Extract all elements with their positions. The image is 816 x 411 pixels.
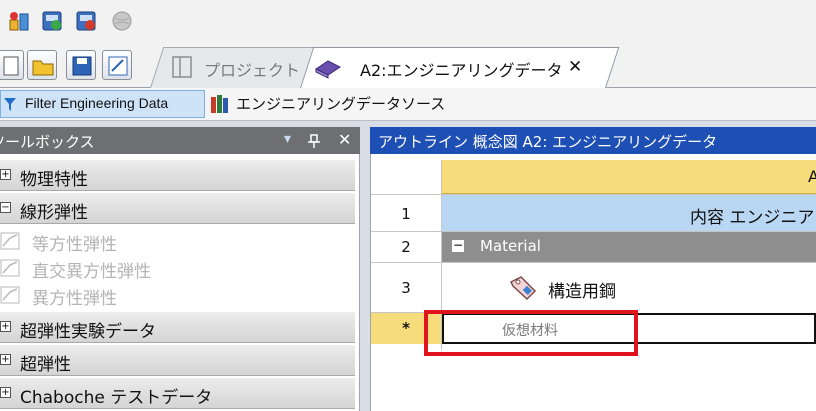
column-header-a[interactable]: A	[442, 160, 816, 194]
outline-row-header[interactable]: 内容 エンジニアリ	[442, 195, 816, 231]
outline-row-material[interactable]: 構造用鋼	[442, 263, 816, 313]
toolbox-item-label: 等方性弾性	[32, 235, 117, 255]
save-disk-icon	[72, 56, 92, 76]
tab-close-icon[interactable]: ✕	[568, 57, 582, 77]
toolbox-title: ツールボックス	[0, 133, 95, 151]
material-name: 構造用鋼	[548, 282, 616, 302]
elasticity-chart-icon	[0, 286, 20, 304]
globe-icon[interactable]	[111, 10, 133, 32]
group-label: Material	[480, 237, 541, 255]
toolbox-category-hyperelastic[interactable]: + 超弾性	[0, 345, 355, 376]
highlight-box	[424, 310, 638, 356]
row-number: 1	[401, 205, 411, 223]
toolbox-item-isotropic-elasticity[interactable]: 等方性弾性	[0, 228, 355, 255]
save-as-icon	[108, 56, 128, 76]
refresh-project-icon[interactable]	[41, 10, 63, 32]
toolbox-category-label: 物理特性	[20, 170, 88, 190]
filter-engineering-data-button[interactable]: Filter Engineering Data	[0, 90, 205, 118]
tab-engineering-data-label: A2:エンジニアリングデータ	[360, 61, 563, 80]
toolbox-item-label: 直交異方性弾性	[32, 262, 151, 282]
toolbox-category-label: Chaboche テストデータ	[20, 388, 213, 408]
contents-header-cell: 内容 エンジニアリ	[690, 208, 816, 228]
filter-engineering-data-label: Filter Engineering Data	[25, 95, 169, 111]
toolbox-category-linear-elastic[interactable]: − 線形弾性	[0, 193, 355, 224]
toolbox-header: ツールボックス ▾ ✕	[0, 127, 360, 154]
toolbox-category-hyperelastic-test-data[interactable]: + 超弾性実験データ	[0, 312, 355, 343]
outline-header: アウトライン 概念図 A2: エンジニアリングデータ	[370, 127, 816, 154]
project-icon	[172, 56, 192, 78]
tab-project[interactable]: プロジェクト	[150, 47, 329, 88]
dropdown-icon[interactable]: ▾	[284, 131, 291, 147]
toolbox-item-orthotropic-elasticity[interactable]: 直交異方性弾性	[0, 255, 355, 282]
material-tag-icon	[509, 276, 537, 301]
expand-icon[interactable]: +	[0, 387, 11, 398]
toolbox-close-icon[interactable]: ✕	[338, 130, 351, 149]
data-sources-books-icon	[211, 95, 228, 113]
expand-icon[interactable]: +	[0, 354, 11, 365]
toolbox-item-label: 異方性弾性	[32, 289, 117, 309]
engineering-data-sources-button[interactable]: エンジニアリングデータソース	[208, 90, 448, 118]
project-schematic-icon[interactable]	[8, 10, 30, 32]
toolbox-category-physical-properties[interactable]: + 物理特性	[0, 160, 355, 191]
elasticity-chart-icon	[0, 259, 20, 277]
new-file-icon	[3, 56, 19, 76]
tab-engineering-data[interactable]: A2:エンジニアリングデータ ✕	[300, 47, 620, 88]
outline-group-material[interactable]: − Material	[442, 232, 816, 262]
pin-icon[interactable]	[308, 134, 320, 148]
filter-funnel-icon	[4, 98, 16, 111]
open-button[interactable]	[27, 50, 57, 80]
open-folder-icon	[32, 60, 54, 76]
tab-project-label: プロジェクト	[204, 61, 301, 80]
column-letter: A	[808, 167, 816, 186]
engineering-data-sources-label: エンジニアリングデータソース	[236, 95, 446, 113]
outline-title: アウトライン 概念図 A2: エンジニアリングデータ	[378, 133, 718, 151]
engineering-data-book-icon	[315, 60, 341, 79]
save-as-button[interactable]	[102, 50, 132, 80]
toolbox-category-label: 超弾性実験データ	[20, 322, 156, 342]
new-button[interactable]	[0, 50, 24, 80]
elasticity-chart-icon	[0, 232, 20, 250]
quick-access-bar	[0, 0, 816, 44]
collapse-icon[interactable]: −	[0, 202, 11, 213]
toolbox-category-label: 線形弾性	[20, 203, 88, 223]
toolbox-item-anisotropic-elasticity[interactable]: 異方性弾性	[0, 282, 355, 309]
expand-icon[interactable]: +	[0, 169, 11, 180]
update-project-icon[interactable]	[75, 10, 97, 32]
toolbox-category-chaboche-test-data[interactable]: + Chaboche テストデータ	[0, 378, 355, 409]
collapse-icon[interactable]: −	[452, 239, 464, 252]
save-button[interactable]	[66, 50, 96, 80]
expand-icon[interactable]: +	[0, 321, 11, 332]
toolbox-category-label: 超弾性	[20, 355, 71, 375]
row-number: 3	[401, 279, 411, 297]
row-number: 2	[401, 238, 411, 256]
